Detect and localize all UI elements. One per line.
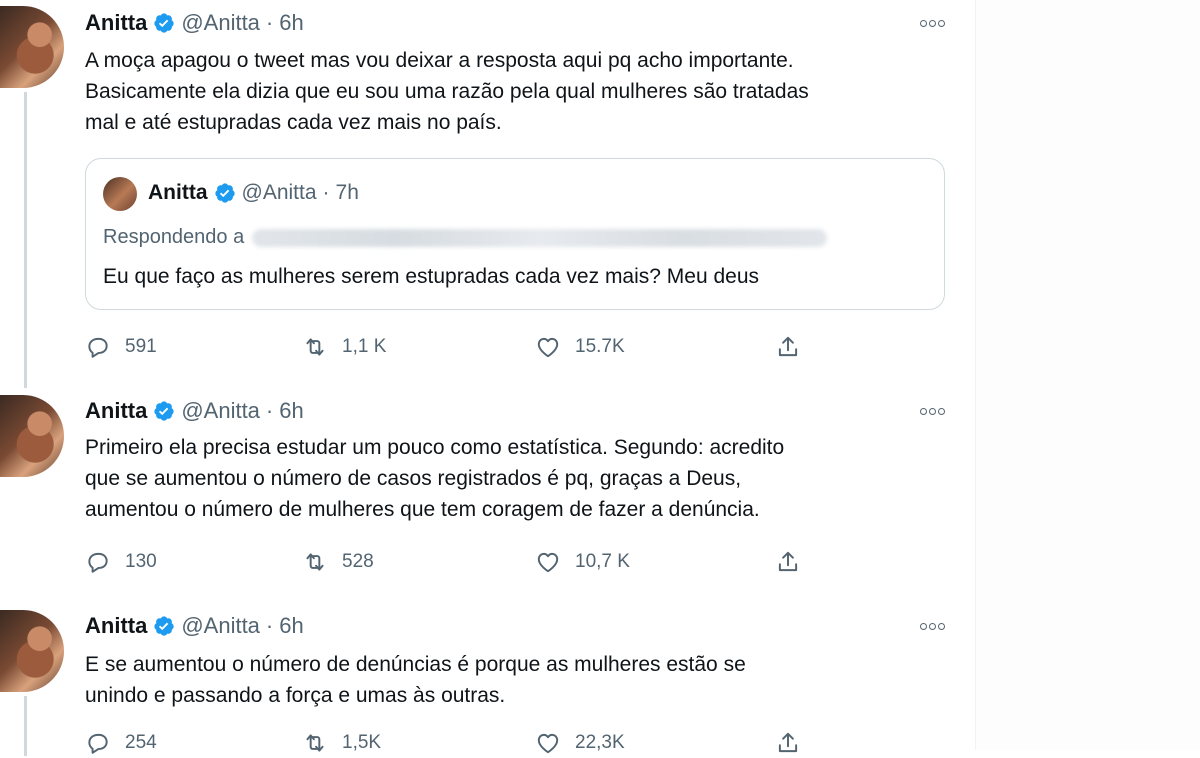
retweet-button[interactable]: 1,1 K [302,332,386,362]
tweet-text-line: que se aumentou o número de casos regist… [85,467,742,490]
right-panel-background [975,0,1200,750]
more-options-icon[interactable] [918,401,946,421]
author-name[interactable]: Anitta [85,613,147,639]
reply-count: 591 [125,336,157,357]
more-options-icon[interactable] [918,13,946,33]
reply-button[interactable]: 591 [85,332,157,362]
share-icon [778,732,798,753]
quoted-text: Eu que faço as mulheres serem estupradas… [103,265,760,288]
author-handle[interactable]: @Anitta [181,398,260,424]
thread-line [24,696,27,756]
tweet-actions: 591 1,1 K 15.7K [85,332,805,362]
share-icon [778,336,798,357]
author-handle[interactable]: @Anitta [181,613,260,639]
retweet-count: 1,1 K [342,336,387,357]
reply-icon [88,733,108,754]
tweet-time[interactable]: 6h [279,398,303,424]
share-button[interactable] [775,547,815,577]
reply-count: 254 [125,732,157,753]
tweet-text-line: aumentou o número de mulheres que tem co… [85,498,760,521]
share-icon [778,551,798,572]
retweet-button[interactable]: 1,5K [302,728,381,758]
verified-badge-icon [154,13,174,33]
reply-icon [88,337,108,358]
tweet-feed: Anitta @Anitta · 6h A moça apagou o twee… [0,0,975,756]
quoted-author-handle: @Anitta [241,181,317,204]
verified-badge-icon [154,401,174,421]
heart-icon [537,733,559,754]
author-name[interactable]: Anitta [85,10,147,36]
separator-dot: · [265,613,274,638]
tweet[interactable]: Anitta @Anitta · 6h Primeiro ela precisa… [0,385,975,595]
tweet-time[interactable]: 6h [279,613,303,639]
share-button[interactable] [775,728,815,758]
tweet-text: E se aumentou o número de denúncias é po… [85,649,965,711]
tweet-header: Anitta @Anitta · 6h [85,397,304,425]
verified-badge-icon [154,616,174,636]
blurred-mentions [252,228,828,247]
verified-badge-icon [214,183,235,203]
tweet-header: Anitta @Anitta · 6h [85,9,304,37]
separator-dot: · [265,10,274,35]
author-handle[interactable]: @Anitta [181,10,260,36]
thread-line [24,92,27,388]
retweet-count: 1,5K [342,732,382,753]
replying-to: Respondendo a [103,226,828,249]
tweet-text-line: Primeiro ela precisa estudar um pouco co… [85,436,785,459]
author-name[interactable]: Anitta [85,398,147,424]
quoted-author-name: Anitta [148,181,208,204]
more-options-icon[interactable] [918,616,946,636]
tweet-text-line: unindo e passando a força e umas às outr… [85,684,506,707]
tweet-actions: 254 1,5K 22,3K [85,728,805,758]
tweet-text-line: mal e até estupradas cada vez mais no pa… [85,111,502,134]
like-count: 10,7 K [575,551,630,572]
share-button[interactable] [775,332,815,362]
reply-button[interactable]: 254 [85,728,157,758]
tweet-time[interactable]: 6h [279,10,303,36]
quoted-tweet[interactable]: Anitta @Anitta · 7h Respondendo a Eu que… [85,158,945,310]
tweet[interactable]: Anitta @Anitta · 6h E se aumentou o núme… [0,600,975,756]
separator-dot: · [265,398,274,423]
reply-count: 130 [125,551,157,572]
retweet-icon [306,338,324,356]
tweet-text: Primeiro ela precisa estudar um pouco co… [85,432,965,525]
tweet-text: A moça apagou o tweet mas vou deixar a r… [85,45,965,138]
reply-icon [88,552,108,573]
like-count: 22,3K [575,732,625,753]
avatar[interactable] [0,6,64,88]
heart-icon [537,337,559,358]
like-button[interactable]: 10,7 K [535,547,630,577]
retweet-button[interactable]: 528 [302,547,374,577]
separator-dot: · [322,181,330,204]
tweet[interactable]: Anitta @Anitta · 6h A moça apagou o twee… [0,0,975,388]
like-count: 15.7K [575,336,625,357]
tweet-text-line: Basicamente ela dizia que eu sou uma raz… [85,80,809,103]
avatar[interactable] [0,610,64,692]
like-button[interactable]: 15.7K [535,332,625,362]
reply-button[interactable]: 130 [85,547,157,577]
tweet-text-line: A moça apagou o tweet mas vou deixar a r… [85,49,794,72]
tweet-text-line: E se aumentou o número de denúncias é po… [85,653,746,676]
quoted-avatar [103,177,137,211]
avatar[interactable] [0,395,64,477]
replying-to-label: Respondendo a [103,226,245,248]
like-button[interactable]: 22,3K [535,728,625,758]
tweet-header: Anitta @Anitta · 6h [85,612,304,640]
quoted-time: 7h [335,181,359,204]
retweet-icon [306,553,324,571]
quoted-header: Anitta @Anitta · 7h [148,181,359,205]
tweet-actions: 130 528 10,7 K [85,547,805,577]
retweet-icon [306,734,324,752]
heart-icon [537,552,559,573]
retweet-count: 528 [342,551,374,572]
